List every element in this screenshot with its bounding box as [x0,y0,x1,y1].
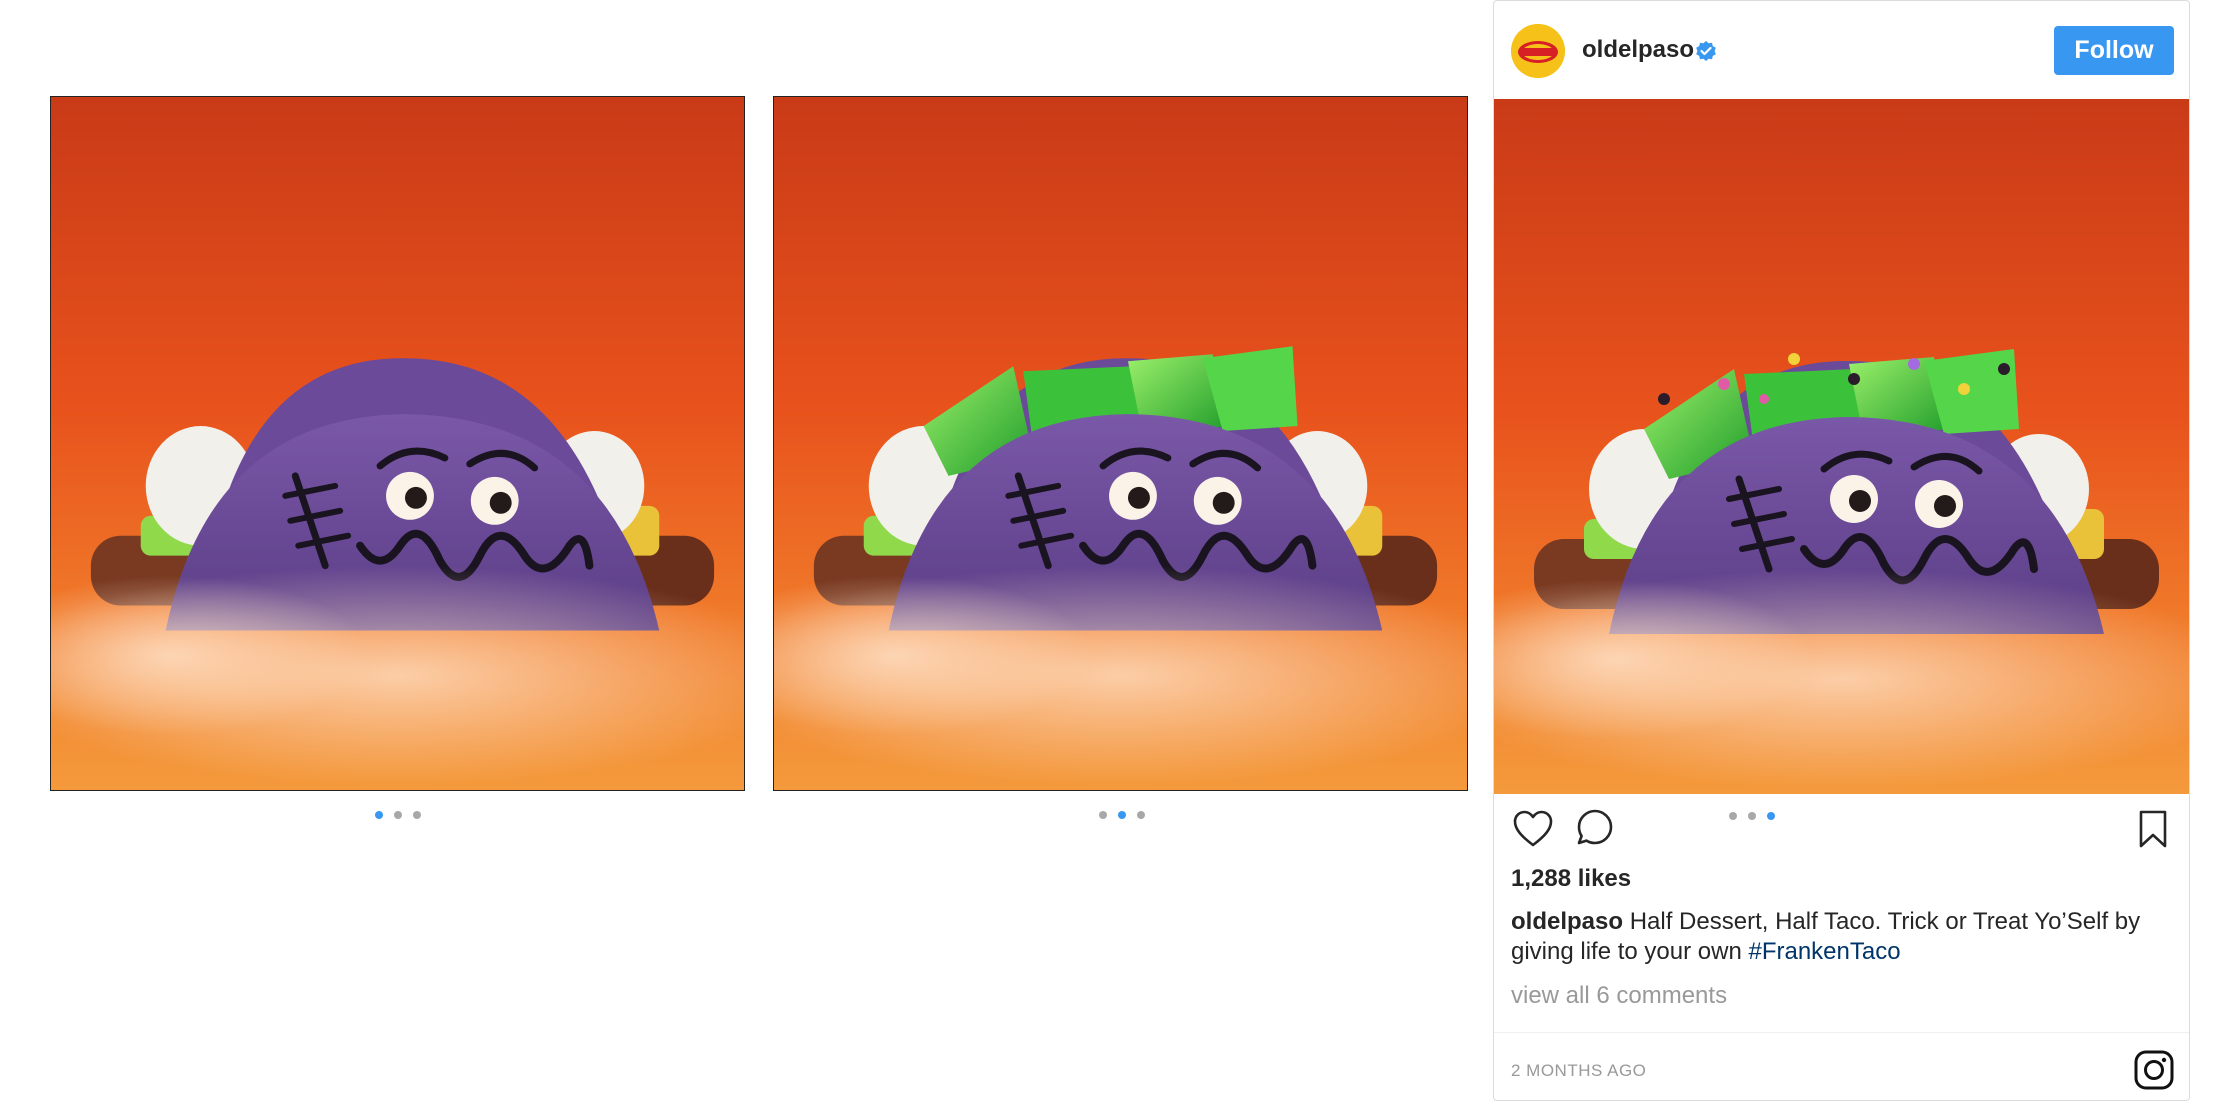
carousel-dot[interactable] [1118,811,1126,819]
caption-username[interactable]: oldelpaso [1511,908,1623,935]
view-comments-link[interactable]: view all 6 comments [1511,982,1727,1010]
carousel-indicator-1 [375,811,421,819]
carousel-dot[interactable] [375,811,383,819]
post-caption: oldelpaso Half Dessert, Half Taco. Trick… [1511,907,2161,967]
carousel-dot[interactable] [1729,812,1737,820]
carousel-dot[interactable] [1767,812,1775,820]
carousel-dot[interactable] [1748,812,1756,820]
like-count[interactable]: 1,288 likes [1511,865,1631,893]
carousel-indicator-2 [1099,811,1145,819]
follow-button[interactable]: Follow [2054,26,2174,75]
carousel-slide-1-image [50,96,745,791]
avatar[interactable] [1511,24,1565,78]
post-username[interactable]: oldelpaso [1582,36,1694,64]
carousel-slide-2-image [773,96,1468,791]
post-timestamp: 2 MONTHS AGO [1511,1061,1647,1080]
instagram-post-card: oldelpaso Follow 1,288 likes oldelpaso H… [1493,0,2190,1101]
hashtag-link[interactable]: #FrankenTaco [1748,938,1900,965]
comment-icon[interactable] [1573,807,1617,851]
carousel-dot[interactable] [1137,811,1145,819]
divider [1494,1032,2189,1033]
carousel-dot[interactable] [413,811,421,819]
carousel-dot[interactable] [1099,811,1107,819]
post-image[interactable] [1494,99,2189,794]
carousel-indicator-post [1729,812,1775,820]
instagram-icon[interactable] [2132,1048,2176,1092]
carousel-dot[interactable] [394,811,402,819]
verified-badge-icon [1696,41,1716,61]
old-el-paso-logo [1511,24,1565,78]
bookmark-icon[interactable] [2131,807,2175,851]
heart-icon[interactable] [1511,807,1555,851]
post-header: oldelpaso Follow [1494,1,2189,99]
